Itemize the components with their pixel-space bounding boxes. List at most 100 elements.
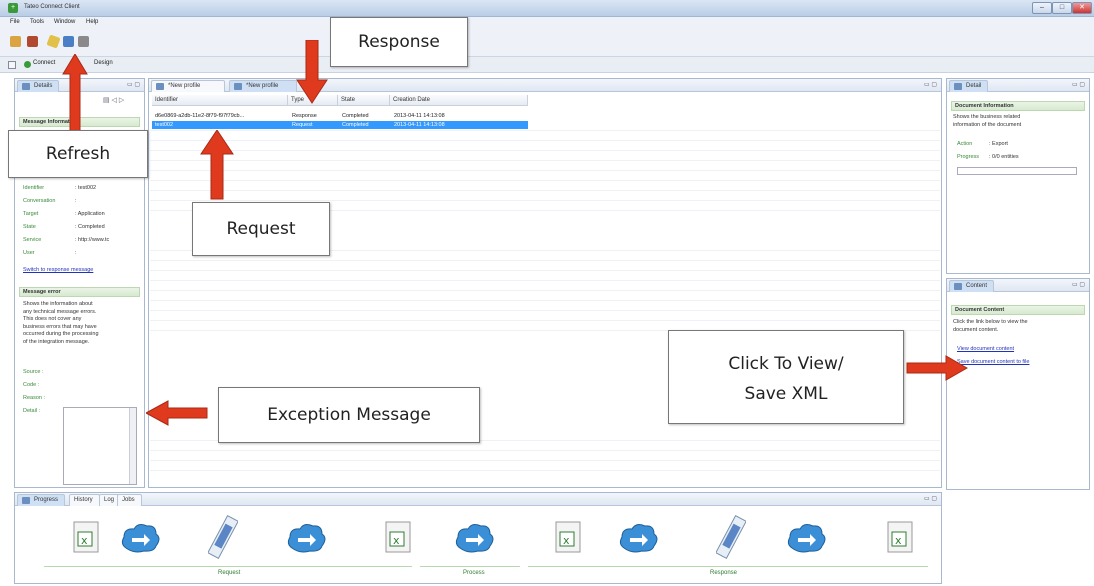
tab-detail[interactable]: Detail [949,80,989,92]
view-save-xml-line1: Click To View/ [728,354,844,374]
tab-jobs[interactable]: Jobs [117,494,142,506]
menu-tools[interactable]: Tools [30,19,44,25]
tab-label: History [74,497,93,503]
perspective-design[interactable]: Design [94,60,113,66]
cell-identifier: test002 [155,122,174,128]
table-row[interactable]: d6e0869-a2db-11e2-8f79-f97f79cb... Respo… [152,112,528,121]
svg-text:x: x [81,534,88,547]
field-key: User [23,250,35,256]
excel-document-icon: x [73,521,99,553]
stage-request-label: Request [218,570,241,576]
close-button[interactable]: ✕ [1072,2,1092,14]
panel-minmax-icon[interactable]: ▭ ▢ [924,81,937,88]
tab-new-profile-1[interactable]: *New profile [151,80,225,92]
process-divider [420,566,520,567]
tab-content-label: Content [966,283,988,289]
maximize-button[interactable]: □ [1052,2,1072,14]
stage-response-label: Response [710,570,738,576]
cell-state: Completed [342,113,369,119]
field-value: : [75,198,77,204]
field-key: Conversation [23,198,56,204]
process-cloud-icon [455,524,494,553]
view-document-link[interactable]: View document content [957,346,1014,352]
cell-type: Response [292,113,317,119]
textarea-scrollbar[interactable] [129,408,136,484]
detail-panel: Detail ▭ ▢ Document Information Shows th… [946,78,1090,274]
refresh-icon[interactable] [46,34,61,49]
tab-label: Progress [34,497,59,503]
cell-state: Completed [342,122,369,128]
error-detail-label: Detail : [23,408,41,414]
request-divider [44,566,412,567]
field-value: : Completed [75,224,105,230]
open-perspective-icon[interactable] [8,61,16,69]
field-key: Action [957,141,973,147]
cell-date: 2013-04-11 14:13:08 [394,122,445,128]
save-icon[interactable] [63,36,74,47]
svg-text:x: x [393,534,400,547]
menu-file[interactable]: File [10,19,20,25]
error-reason-label: Reason : [23,395,46,401]
error-detail-textarea[interactable] [63,407,137,485]
process-cloud-icon [121,524,160,553]
excel-document-icon: x [385,521,411,553]
field-value: : [75,250,77,256]
panel-nav-icons[interactable]: ▤ ◁ ▷ [103,96,124,104]
tab-label: *New profile [168,83,201,89]
switch-to-response-link[interactable]: Switch to response message [23,267,93,273]
document-info-header: Document Information [951,101,1085,111]
column-header-state[interactable]: State [338,95,390,106]
cell-date: 2013-04-11 14:13:08 [394,113,445,119]
server-stack-icon [716,514,746,560]
refresh-arrow-icon [62,54,88,134]
field-value: : http://www.tc [75,237,110,243]
view-save-xml-line2: Save XML [744,384,828,404]
tab-content[interactable]: Content [949,280,995,292]
process-cloud-icon [619,524,658,553]
import-icon[interactable] [27,36,38,47]
tab-label: *New profile [246,83,279,89]
progress-bar [957,167,1077,175]
menu-window[interactable]: Window [54,19,75,25]
document-content-description: Click the link below to view the documen… [953,319,1028,333]
content-panel: Content ▭ ▢ Document Content Click the l… [946,278,1090,490]
process-cloud-icon [787,524,826,553]
table-row-selected[interactable]: test002 Request Completed 2013-04-11 14:… [152,121,528,129]
field-value: : Export [989,141,1008,147]
menu-help[interactable]: Help [86,19,98,25]
toolbar [0,29,1094,57]
error-description: Shows the information about any technica… [23,301,99,345]
window-title: Tateo Connect Client [24,4,80,10]
svg-text:x: x [563,534,570,547]
column-header-creation-date[interactable]: Creation Date [390,95,528,106]
request-callout: Request [192,202,330,256]
process-cloud-icon [287,524,326,553]
column-header-identifier[interactable]: Identifier [152,95,288,106]
field-key: Progress [957,154,980,160]
stage-process-label: Process [463,570,485,576]
tab-details[interactable]: Details [17,80,60,92]
tab-history[interactable]: History [69,494,100,506]
field-value: : 0/0 entities [989,154,1019,160]
minimize-button[interactable]: – [1032,2,1052,14]
connect-perspective-icon [24,61,31,68]
settings-icon[interactable] [78,36,89,47]
menu-bar: File Tools Window Help [0,17,1094,29]
server-stack-icon [208,514,238,560]
perspective-bar: Connect Design [0,57,1094,73]
tab-details-label: Details [34,83,53,89]
panel-minmax-icon[interactable]: ▭ ▢ [1072,281,1085,288]
error-source-label: Source : [23,369,44,375]
response-arrow-icon [296,40,328,104]
tab-detail-label: Detail [966,83,982,89]
title-bar: + Tateo Connect Client – □ ✕ [0,0,1094,17]
document-content-header: Document Content [951,305,1085,315]
panel-minmax-icon[interactable]: ▭ ▢ [924,495,937,502]
tab-new-profile-2[interactable]: *New profile [229,80,297,92]
panel-minmax-icon[interactable]: ▭ ▢ [127,81,140,88]
panel-minmax-icon[interactable]: ▭ ▢ [1072,81,1085,88]
svg-text:x: x [895,534,902,547]
tab-progress[interactable]: Progress [17,494,66,506]
open-icon[interactable] [10,36,21,47]
perspective-connect[interactable]: Connect [33,60,55,66]
